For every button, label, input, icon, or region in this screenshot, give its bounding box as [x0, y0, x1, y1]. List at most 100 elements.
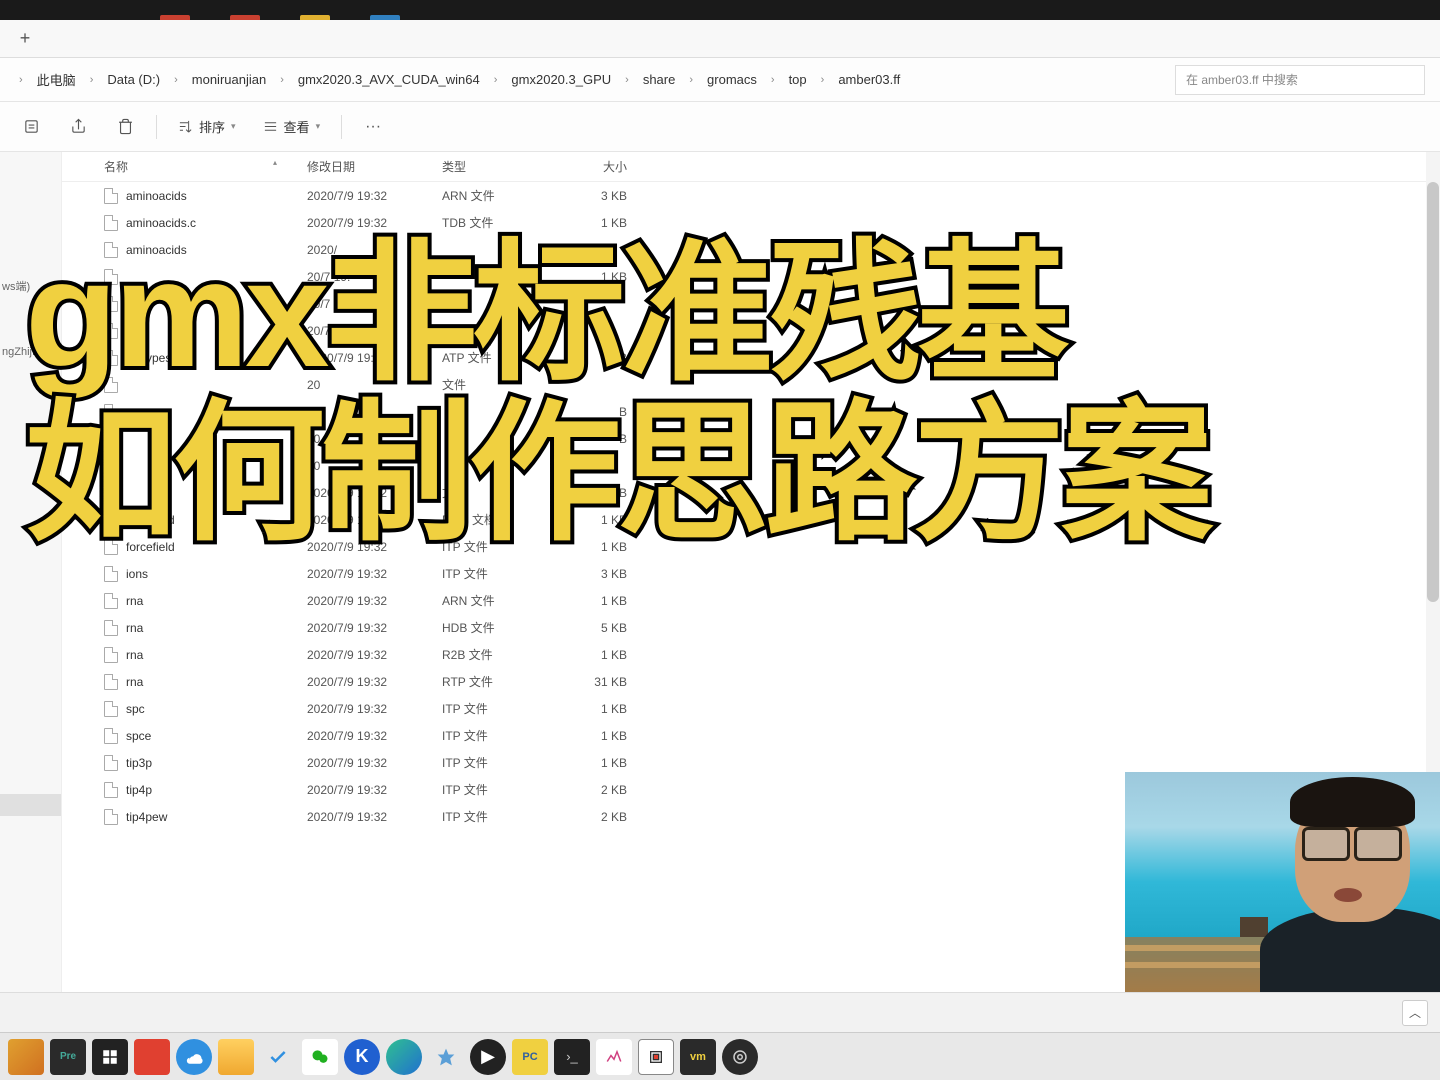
table-row[interactable]: aminoacids2020/7/9 19:32ARN 文件3 KB	[62, 182, 1440, 209]
share-button[interactable]	[62, 111, 94, 143]
table-row[interactable]: forcefield2020/7/9 19:32DOC 文档1 KB	[62, 506, 1440, 533]
table-row[interactable]: ions2020/7/9 19:32ITP 文件3 KB	[62, 560, 1440, 587]
taskbar-vmware[interactable]: vm	[680, 1039, 716, 1075]
sidebar-item[interactable]: ws端)	[0, 272, 61, 300]
sidebar-item[interactable]: ngZhijI...	[0, 340, 61, 364]
breadcrumb[interactable]: 此电脑	[35, 66, 78, 93]
table-row[interactable]: 20/7 19:1 KB	[62, 263, 1440, 290]
chevron-right-icon: ›	[490, 74, 502, 86]
delete-button[interactable]	[109, 111, 141, 143]
column-name[interactable]: 名称▴	[62, 158, 307, 175]
taskbar-wechat[interactable]	[302, 1039, 338, 1075]
column-headers: 名称▴ 修改日期 类型 大小	[62, 152, 1440, 182]
file-icon	[104, 296, 118, 312]
view-label: 查看	[284, 117, 310, 136]
taskbar-media-player[interactable]: ▶	[470, 1039, 506, 1075]
table-row[interactable]: forcefield2020/7/9 19:32ITP 文件1 KB	[62, 533, 1440, 560]
column-type[interactable]: 类型	[442, 158, 557, 175]
breadcrumb[interactable]: moniruanjian	[190, 68, 268, 91]
table-row[interactable]: 20B	[62, 425, 1440, 452]
taskbar-kde[interactable]: K	[344, 1039, 380, 1075]
file-icon	[104, 512, 118, 528]
file-type: ITP 文件	[442, 538, 557, 555]
file-size: 1 KB	[557, 513, 647, 527]
pinned-app-2[interactable]	[230, 15, 260, 20]
file-icon	[104, 620, 118, 636]
file-size: 1 KB	[557, 702, 647, 716]
table-row[interactable]: spce2020/7/9 19:32ITP 文件1 KB	[62, 722, 1440, 749]
file-name: aminoacids	[126, 243, 187, 257]
window-topbar	[0, 0, 1440, 20]
expand-up-button[interactable]: ︿	[1402, 1000, 1428, 1026]
chevron-right-icon: ›	[86, 74, 98, 86]
chevron-right-icon: ›	[170, 74, 182, 86]
breadcrumb[interactable]: amber03.ff	[836, 68, 902, 91]
file-type: TDB 文件	[442, 214, 557, 231]
breadcrumb[interactable]: gmx2020.3_GPU	[509, 68, 613, 91]
file-date: 20	[307, 432, 442, 446]
taskbar-graph-app[interactable]	[596, 1039, 632, 1075]
new-tab-button[interactable]: +	[10, 24, 40, 54]
table-row[interactable]: 20文件	[62, 371, 1440, 398]
file-size: 1 KB	[557, 756, 647, 770]
file-icon	[104, 782, 118, 798]
table-row[interactable]: spc2020/7/9 19:32ITP 文件1 KB	[62, 695, 1440, 722]
sidebar-selected[interactable]	[0, 794, 61, 816]
sidebar[interactable]: ws端) ngZhijI...	[0, 152, 62, 992]
table-row[interactable]: 20B	[62, 398, 1440, 425]
table-row[interactable]: 20/7 19:文件	[62, 317, 1440, 344]
table-row[interactable]: aminoacids2020/	[62, 236, 1440, 263]
table-row[interactable]: 20	[62, 452, 1440, 479]
file-date: 20	[307, 459, 442, 473]
taskbar-todo[interactable]	[260, 1039, 296, 1075]
breadcrumb[interactable]: share	[641, 68, 678, 91]
file-type: ATP 文件	[442, 349, 557, 366]
file-icon	[104, 647, 118, 663]
file-date: 2020/7/9 19:32	[307, 486, 442, 500]
scrollbar-thumb[interactable]	[1427, 182, 1439, 602]
taskbar-app-1[interactable]	[8, 1039, 44, 1075]
file-date: 2020/7/9 19:32	[307, 513, 442, 527]
search-input[interactable]: 在 amber03.ff 中搜索	[1175, 65, 1425, 95]
pinned-app-3[interactable]	[300, 15, 330, 20]
column-date[interactable]: 修改日期	[307, 158, 442, 175]
file-name: aminoacids.c	[126, 216, 196, 230]
table-row[interactable]: rna2020/7/9 19:32HDB 文件5 KB	[62, 614, 1440, 641]
taskbar-desktop[interactable]	[92, 1039, 128, 1075]
breadcrumb[interactable]: Data (D:)	[105, 68, 162, 91]
taskbar-edge[interactable]	[386, 1039, 422, 1075]
table-row[interactable]: rna2020/7/9 19:32R2B 文件1 KB	[62, 641, 1440, 668]
taskbar-red-app[interactable]	[134, 1039, 170, 1075]
table-row[interactable]: aminoacids.c2020/7/9 19:32TDB 文件1 KB	[62, 209, 1440, 236]
breadcrumb[interactable]: top	[787, 68, 809, 91]
taskbar-file-explorer[interactable]	[218, 1039, 254, 1075]
file-date: 2020/7/9 19:32	[307, 675, 442, 689]
more-button[interactable]: ···	[357, 111, 389, 143]
table-row[interactable]: 20/7 19:	[62, 290, 1440, 317]
file-type: ITP 文件	[442, 700, 557, 717]
breadcrumb[interactable]: gromacs	[705, 68, 759, 91]
taskbar-obs[interactable]	[722, 1039, 758, 1075]
file-size: 1 KB	[557, 648, 647, 662]
taskbar-pycharm[interactable]: PC	[512, 1039, 548, 1075]
view-dropdown[interactable]: 查看 ▾	[257, 113, 327, 140]
breadcrumb[interactable]: gmx2020.3_AVX_CUDA_win64	[296, 68, 482, 91]
sort-dropdown[interactable]: 排序 ▾	[172, 113, 242, 140]
table-row[interactable]: rna2020/7/9 19:32ARN 文件1 KB	[62, 587, 1440, 614]
cut-button[interactable]	[15, 111, 47, 143]
pinned-app-1[interactable]	[160, 15, 190, 20]
taskbar-terminal[interactable]: ›_	[554, 1039, 590, 1075]
table-row[interactable]: 2020/7/9 19:32文件B	[62, 479, 1440, 506]
taskbar-cloud[interactable]	[176, 1039, 212, 1075]
column-size[interactable]: 大小	[557, 158, 647, 175]
table-row[interactable]: rna2020/7/9 19:32RTP 文件31 KB	[62, 668, 1440, 695]
file-size: 1 KB	[557, 540, 647, 554]
file-date: 2020/7/9 19:32	[307, 648, 442, 662]
taskbar-onedrive[interactable]	[428, 1039, 464, 1075]
file-name: ions	[126, 567, 148, 581]
file-icon	[104, 593, 118, 609]
pinned-app-4[interactable]	[370, 15, 400, 20]
taskbar-box-app[interactable]	[638, 1039, 674, 1075]
table-row[interactable]: omtypes2020/7/9 19:32ATP 文件4 KB	[62, 344, 1440, 371]
taskbar-audition[interactable]: Pre	[50, 1039, 86, 1075]
